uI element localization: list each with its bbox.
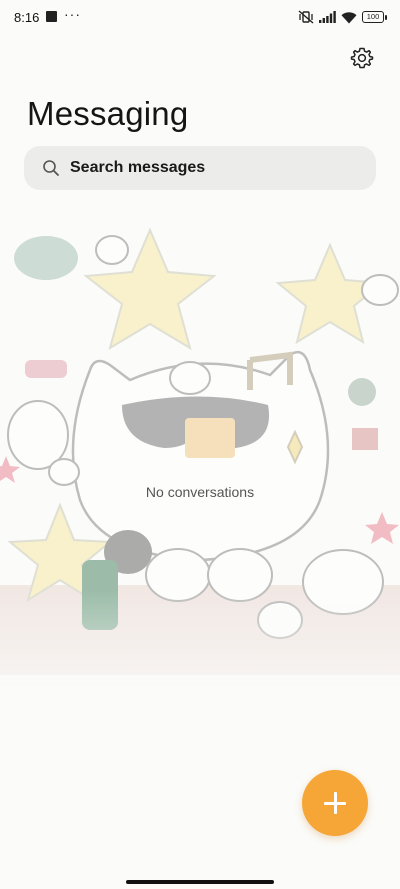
empty-state-message: No conversations: [145, 484, 255, 500]
stop-icon: [46, 11, 57, 22]
battery-level: 100: [366, 12, 380, 22]
messaging-screen: 8:16 ··· 100 Messaging Search messages N…: [0, 0, 400, 889]
page-title: Messaging: [27, 95, 189, 132]
status-icons: 100: [298, 9, 387, 25]
vibrate-off-icon: [298, 10, 314, 24]
battery-icon: 100: [362, 11, 387, 23]
gear-icon: [350, 47, 374, 69]
status-bar: 8:16 ··· 100: [0, 0, 400, 34]
search-input[interactable]: Search messages: [24, 146, 376, 190]
search-icon: [43, 160, 59, 176]
background-illustration: [0, 227, 400, 730]
status-time: 8:16: [14, 10, 40, 25]
plus-icon: [324, 792, 346, 814]
cellular-signal-icon: [319, 11, 336, 23]
settings-button[interactable]: [350, 46, 374, 70]
wifi-icon: [341, 11, 357, 23]
search-placeholder: Search messages: [70, 159, 206, 176]
more-notifications-indicator: ···: [64, 6, 81, 22]
home-indicator[interactable]: [126, 880, 274, 884]
new-conversation-button[interactable]: [302, 770, 368, 836]
